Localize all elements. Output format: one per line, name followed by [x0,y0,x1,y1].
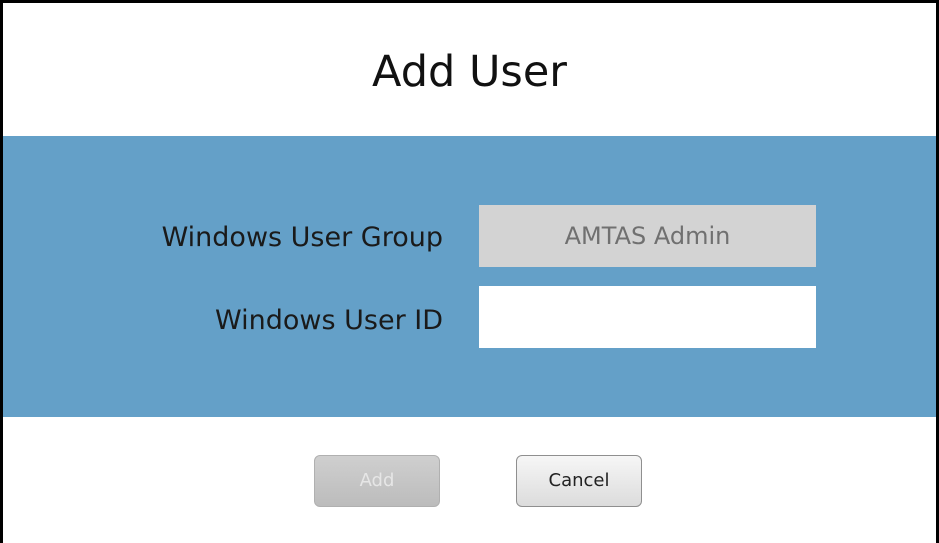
windows-user-group-field: AMTAS Admin [479,205,816,267]
form-panel [3,136,936,417]
cancel-button[interactable]: Cancel [516,455,642,507]
dialog-border-top [0,0,939,3]
windows-user-id-label: Windows User ID [215,305,443,336]
add-user-dialog: Add User Windows User Group AMTAS Admin … [0,0,939,543]
windows-user-group-label: Windows User Group [161,222,443,253]
add-button[interactable]: Add [314,455,440,507]
dialog-title: Add User [372,47,567,97]
windows-user-id-input[interactable] [479,286,816,348]
